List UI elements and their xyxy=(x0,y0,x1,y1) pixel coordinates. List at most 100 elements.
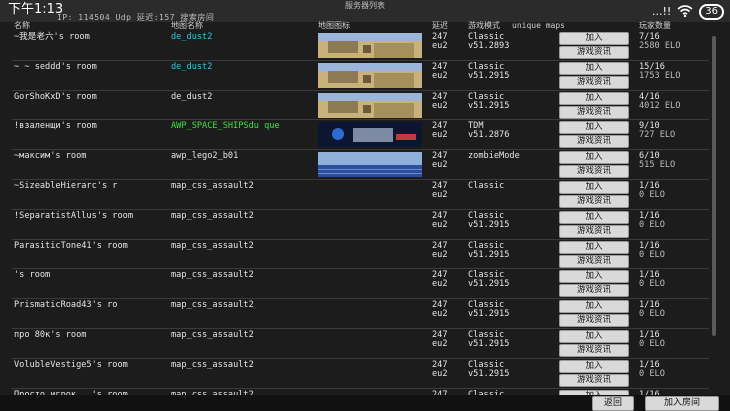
game-info-button[interactable]: 游戏资讯 xyxy=(559,165,629,179)
join-button[interactable]: 加入 xyxy=(559,329,629,343)
map-name: map_css_assault2 xyxy=(171,210,254,221)
players-cell: 4/16 4012 ELO xyxy=(639,92,681,111)
join-button[interactable]: 加入 xyxy=(559,300,629,314)
bottom-bar: 返回 加入房间 xyxy=(0,395,730,411)
header-mode-extra: unique maps xyxy=(512,21,565,30)
region: eu2 xyxy=(432,160,448,171)
server-list[interactable]: ~我是老六's room de_dust2 247 eu2 Classic v51.289… xyxy=(12,31,709,395)
server-row[interactable]: про 80к's room map_css_assault2 247 eu2 Clas… xyxy=(12,329,709,359)
region: eu2 xyxy=(432,219,448,230)
version: v51.2915 xyxy=(468,219,510,230)
game-info-button[interactable]: 游戏资讯 xyxy=(559,224,629,238)
server-row[interactable]: 's room map_css_assault2 247 eu2 Classic v51.… xyxy=(12,269,709,300)
join-button[interactable]: 加入 xyxy=(559,359,629,373)
elo: 1753 ELO xyxy=(639,70,681,81)
region: eu2 xyxy=(432,249,448,260)
join-button[interactable]: 加入 xyxy=(559,180,629,194)
join-button[interactable]: 加入 xyxy=(559,240,629,254)
elo: 0 ELO xyxy=(639,279,665,290)
server-name: VolubleVestige5's room xyxy=(14,359,128,370)
version: v51.2893 xyxy=(468,41,510,52)
game-info-button[interactable]: 游戏资讯 xyxy=(559,314,629,328)
region: eu2 xyxy=(432,41,448,52)
game-info-button[interactable]: 游戏资讯 xyxy=(559,105,629,119)
map-name: map_css_assault2 xyxy=(171,180,254,191)
header-map-image: 地图图标 xyxy=(318,21,350,30)
mode-value: zombieMode xyxy=(468,151,520,162)
map-thumbnail xyxy=(318,122,422,148)
map-name: de_dust2 xyxy=(171,32,213,42)
elo: 0 ELO xyxy=(639,190,665,200)
header-ping: 延迟 xyxy=(432,21,448,30)
map-name: map_css_assault2 xyxy=(171,270,254,281)
ping-cell: 247eu2 xyxy=(432,241,448,260)
mode-cell: zombieMode xyxy=(468,152,520,161)
join-room-button[interactable]: 加入房间 xyxy=(645,396,719,411)
region: eu2 xyxy=(432,338,448,349)
game-info-button[interactable]: 游戏资讯 xyxy=(559,373,629,387)
join-button[interactable]: 加入 xyxy=(559,32,629,45)
map-name: de_dust2 xyxy=(171,61,213,72)
header-map: 地图名称 xyxy=(171,21,203,30)
join-button[interactable]: 加入 xyxy=(559,151,629,165)
game-info-button[interactable]: 游戏资讯 xyxy=(559,254,629,268)
players-cell: 7/16 2580 ELO xyxy=(639,32,680,51)
elo: 0 ELO xyxy=(639,309,665,320)
back-button[interactable]: 返回 xyxy=(592,396,634,411)
mode-cell: Classic v51.2893 xyxy=(468,32,510,52)
ping-cell: 247eu2 xyxy=(432,301,448,319)
players-cell: 15/16 1753 ELO xyxy=(639,62,681,81)
ping-cell: 247eu2 xyxy=(432,360,448,379)
server-row[interactable]: ~我是老六's room de_dust2 247 eu2 Classic v51.289… xyxy=(12,31,709,61)
mode-cell: Classicv51.2915 xyxy=(468,211,510,230)
ping-cell: 247eu2 xyxy=(432,92,448,111)
map-thumbnail xyxy=(318,33,422,58)
scrollbar[interactable] xyxy=(712,36,716,336)
join-button[interactable]: 加入 xyxy=(559,210,629,224)
players-cell: 1/160 ELO xyxy=(639,211,665,230)
server-name: PrismaticRoad43's ro xyxy=(14,300,118,311)
game-info-button[interactable]: 游戏资讯 xyxy=(559,46,629,59)
ping-cell: 247eu2 xyxy=(432,122,448,140)
players-cell: 1/160 ELO xyxy=(639,271,665,289)
server-row[interactable]: ~максим's room awp_lego2_b01 247 eu2 zombieM… xyxy=(12,150,709,180)
server-row[interactable]: !взаленщи's room AWP_SPACE_SHIPSdu que 247… xyxy=(12,120,709,151)
join-button[interactable]: 加入 xyxy=(559,121,629,135)
region: eu2 xyxy=(432,70,448,81)
server-row[interactable]: GorShoKxD's room de_dust2 247 eu2 Classic v51… xyxy=(12,91,709,121)
game-info-button[interactable]: 游戏资讯 xyxy=(559,343,629,357)
version: v51.2915 xyxy=(468,70,510,81)
mode-cell: Classicv51.2915 xyxy=(468,330,509,349)
server-row[interactable]: ParasiticTone41's room map_css_assault2 24… xyxy=(12,240,709,270)
join-button[interactable]: 加入 xyxy=(559,270,629,284)
map-name: de_dust2 xyxy=(171,91,213,102)
game-info-button[interactable]: 游戏资讯 xyxy=(559,194,629,208)
window-title: 服务器列表 xyxy=(345,1,385,10)
server-name: ~ ~ seddd's room xyxy=(14,61,97,72)
map-name: map_css_assault2 xyxy=(171,329,254,340)
game-info-button[interactable]: 游戏资讯 xyxy=(559,284,629,298)
map-thumbnail xyxy=(318,152,422,178)
server-row[interactable]: !SeparatistAllus's room map_css_assault2 2… xyxy=(12,210,709,240)
version: v51.2915 xyxy=(468,249,510,260)
join-button[interactable]: 加入 xyxy=(559,91,629,105)
elo: 4012 ELO xyxy=(639,100,681,111)
header-name: 名称 xyxy=(14,21,30,30)
server-row[interactable]: PrismaticRoad43's ro map_css_assault2 247 e… xyxy=(12,299,709,329)
server-name: ParasiticTone41's room xyxy=(14,240,128,251)
server-name: !SeparatistAllus's room xyxy=(14,210,133,221)
join-button[interactable]: 加入 xyxy=(559,61,629,75)
elo: 515 ELO xyxy=(639,160,676,171)
version: v51.2915 xyxy=(468,100,510,111)
players-cell: 9/10 727 ELO xyxy=(639,122,675,140)
elo: 0 ELO xyxy=(639,368,665,379)
server-row[interactable]: VolubleVestige5's room map_css_assault2 24… xyxy=(12,359,709,389)
header-players: 玩家数量 xyxy=(639,21,671,30)
game-info-button[interactable]: 游戏资讯 xyxy=(559,135,629,149)
server-row[interactable]: ~SizeableHierarc's r map_css_assault2 247 e… xyxy=(12,180,709,210)
server-row[interactable]: ~ ~ seddd's room de_dust2 247 eu2 Classic v51… xyxy=(12,61,709,91)
mode-cell: Classicv51.2915 xyxy=(468,241,510,260)
server-name: ~SizeableHierarc's r xyxy=(14,180,118,191)
game-info-button[interactable]: 游戏资讯 xyxy=(559,75,629,89)
header-mode: 游戏模式 xyxy=(468,21,500,30)
